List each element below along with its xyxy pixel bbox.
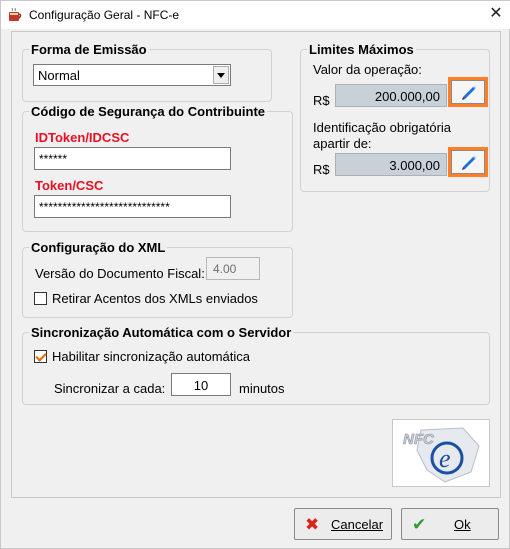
nfce-logo-graphic: NFC e (403, 427, 480, 483)
sincronizar-label: Sincronizar a cada: (54, 381, 166, 396)
versao-documento-field: 4.00 (206, 257, 260, 280)
nfce-logo-text: NFC (403, 431, 435, 448)
forma-emissao-select[interactable]: Normal (33, 64, 231, 86)
ident-button-face (451, 150, 485, 174)
csc-label: Token/CSC (35, 178, 104, 193)
retirar-acentos-checkbox[interactable] (34, 292, 47, 305)
idtoken-label: IDToken/IDCSC (35, 130, 130, 145)
config-xml-legend: Configuração do XML (31, 240, 166, 255)
dialog-body: Forma de Emissão Normal Código de Segura… (11, 31, 501, 498)
nfce-logo-letter: e (439, 444, 451, 473)
limites-maximos-legend: Limites Máximos (309, 42, 414, 57)
ident-obrigatoria-field[interactable]: 3.000,00 (335, 153, 447, 176)
retirar-acentos-label[interactable]: Retirar Acentos dos XMLs enviados (52, 291, 258, 306)
valor-operacao-label: Valor da operação: (313, 62, 422, 77)
valor-button-face (451, 80, 485, 104)
forma-emissao-value: Normal (38, 68, 80, 83)
sync-interval-field[interactable]: 10 (171, 373, 231, 396)
close-icon: ✕ (489, 5, 503, 22)
valor-operacao-field[interactable]: 200.000,00 (335, 84, 447, 107)
forma-emissao-legend: Forma de Emissão (31, 42, 147, 57)
close-button[interactable]: ✕ (481, 1, 510, 29)
cancel-button[interactable]: ✖ Cancelar (294, 508, 392, 540)
chevron-down-icon[interactable] (213, 66, 229, 84)
nfce-logo: NFC e (392, 419, 490, 487)
ident-currency-label: R$ (313, 162, 330, 177)
csc-field[interactable]: **************************** (34, 195, 231, 218)
valor-currency-label: R$ (313, 93, 330, 108)
habilitar-sync-checkbox[interactable] (34, 350, 47, 363)
ident-obrigatoria-label-2: apartir de: (313, 136, 372, 151)
valor-operacao-edit-button[interactable] (448, 77, 488, 107)
dialog-window: Configuração Geral - NFC-e ✕ Forma de Em… (0, 0, 510, 549)
habilitar-sync-label[interactable]: Habilitar sincronização automática (52, 349, 250, 364)
pencil-icon (462, 86, 476, 100)
check-icon: ✔ (412, 515, 427, 534)
minutos-label: minutos (239, 381, 285, 396)
window-title: Configuração Geral - NFC-e (29, 8, 180, 22)
ok-button[interactable]: ✔ Ok (401, 508, 499, 540)
versao-documento-label: Versão do Documento Fiscal: (35, 266, 205, 281)
ident-obrigatoria-edit-button[interactable] (448, 147, 488, 177)
ident-obrigatoria-label-1: Identificação obrigatória (313, 120, 452, 135)
app-cup-icon (9, 7, 22, 21)
pencil-icon (462, 156, 476, 170)
sincronizacao-legend: Sincronização Automática com o Servidor (31, 325, 292, 340)
codigo-seguranca-legend: Código de Segurança do Contribuinte (31, 104, 265, 119)
title-bar[interactable]: Configuração Geral - NFC-e ✕ (1, 1, 510, 29)
cancel-button-label: Cancelar (331, 517, 384, 532)
idtoken-field[interactable]: ****** (34, 147, 231, 170)
ok-button-label: Ok (454, 517, 471, 532)
cancel-x-icon: ✖ (305, 515, 320, 534)
